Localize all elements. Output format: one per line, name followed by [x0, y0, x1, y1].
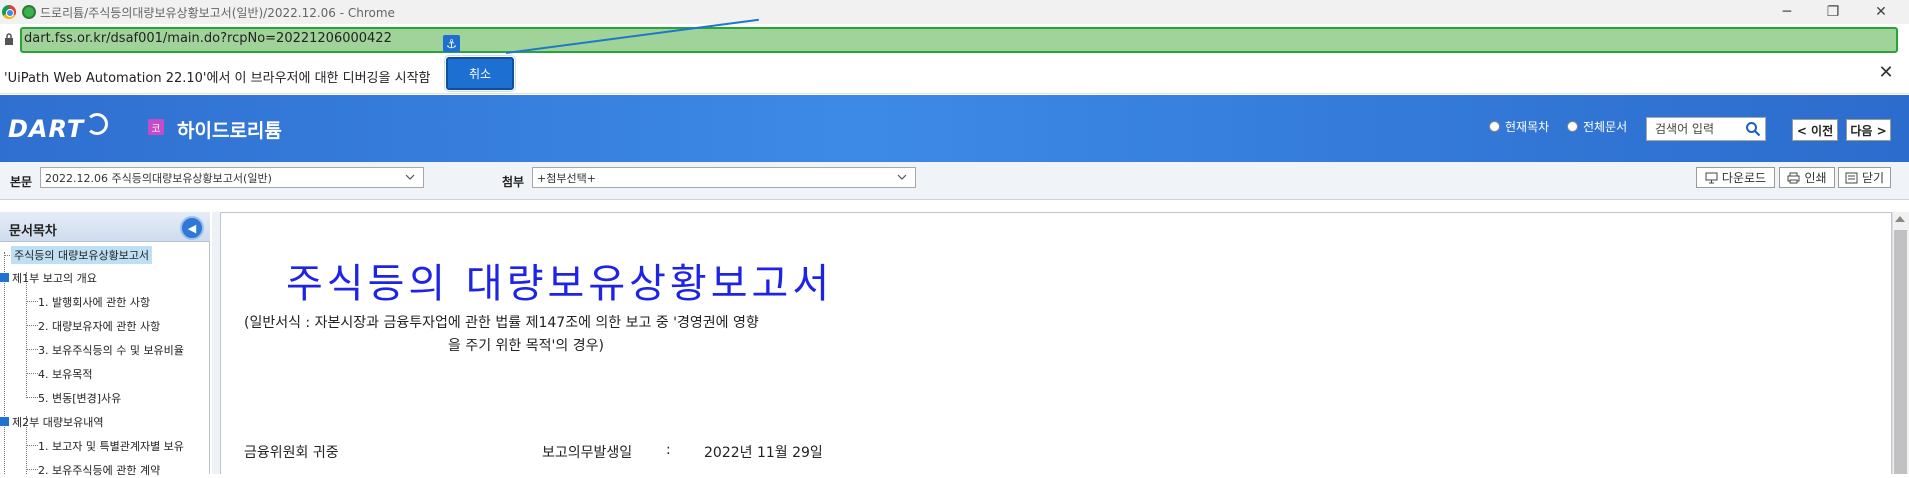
document-close-icon — [1845, 172, 1858, 183]
scrollbar-thumb[interactable] — [1894, 230, 1907, 474]
uipath-target-icon — [22, 5, 36, 19]
toc-item[interactable]: 3. 보유주식등의 수 및 보유비율 — [38, 342, 184, 358]
scroll-up-arrow-icon[interactable] — [1895, 216, 1905, 222]
dart-logo-swoosh-icon — [86, 113, 108, 135]
toc-tree-line — [26, 272, 27, 398]
collapse-panel-button[interactable]: ◀ — [180, 216, 204, 240]
download-button[interactable]: 다운로드 — [1696, 167, 1775, 188]
radio-current-toc-label: 현재목차 — [1505, 120, 1550, 134]
toc-item[interactable]: 2. 보유주식등에 관한 계약 — [38, 462, 160, 478]
chevron-down-icon — [405, 174, 415, 180]
attach-select[interactable]: +첨부선택+ — [532, 167, 916, 188]
attach-label: 첨부 — [502, 175, 525, 189]
browser-title-bar: 드로리튬/주식등의대량보유상황보고서(일반)/2022.12.06 - Chro… — [0, 0, 1909, 24]
toc-header: 문서목차 ◀ — [0, 212, 210, 242]
toc-item[interactable]: 1. 보고자 및 특별관계자별 보유 — [38, 438, 184, 454]
toc-item[interactable]: 2. 대량보유자에 관한 사항 — [38, 318, 160, 334]
toc-panel: 문서목차 ◀ 주식등의 대량보유상황보고서 제1부 보고의 개요 1. 발행회사… — [0, 212, 210, 477]
document-subtitle-line1: (일반서식 : 자본시장과 금융투자업에 관한 법률 제147조에 의한 보고 … — [244, 315, 759, 331]
close-doc-label: 닫기 — [1861, 171, 1885, 185]
infobar-message: 'UiPath Web Automation 22.10'에서 이 브라우저에 … — [4, 71, 431, 86]
date-value: 2022년 11월 29일 — [704, 445, 823, 461]
expand-toggle-icon[interactable] — [0, 273, 9, 282]
toc-title: 문서목차 — [9, 224, 57, 239]
date-colon: : — [666, 442, 671, 458]
toc-item[interactable]: 주식등의 대량보유상황보고서 — [11, 246, 153, 264]
expand-toggle-icon[interactable] — [0, 417, 9, 426]
toc-tree-line — [4, 252, 5, 474]
next-button[interactable]: 다음 > — [1846, 119, 1891, 141]
search-icon[interactable] — [1745, 121, 1761, 137]
window-title: 드로리튬/주식등의대량보유상황보고서(일반)/2022.12.06 - Chro… — [40, 5, 395, 20]
toc-tree-tick — [26, 325, 38, 326]
recipient-text: 금융위원회 귀중 — [244, 445, 339, 461]
toc-item[interactable]: 제2부 대량보유내역 — [12, 414, 103, 430]
printer-icon — [1787, 172, 1800, 183]
address-bar-row: dart.fss.or.kr/dsaf001/main.do?rcpNo=202… — [0, 24, 1909, 56]
toc-tree-tick — [26, 301, 38, 302]
date-label: 보고의무발생일 — [542, 445, 633, 461]
document-toolbar: 본문 2022.12.06 주식등의대량보유상황보고서(일반) 첨부 +첨부선택… — [0, 162, 1909, 200]
restore-button[interactable]: ❐ — [1810, 0, 1856, 24]
infobar-close-icon[interactable]: ✕ — [1876, 62, 1896, 83]
window-close-button[interactable]: ✕ — [1858, 0, 1904, 24]
toc-tree-tick — [26, 445, 38, 446]
company-name: 하이드로리튬 — [177, 120, 282, 142]
toc-tree-tick — [26, 469, 38, 470]
dart-header: DART 코 하이드로리튬 현재목차 전체문서 < 이전 다음 > — [0, 95, 1909, 162]
toc-tree-tick — [26, 349, 38, 350]
body-label: 본문 — [10, 175, 33, 189]
document-title: 주식등의 대량보유상황보고서 — [286, 261, 834, 307]
radio-current-toc[interactable] — [1489, 121, 1500, 132]
toc-item[interactable]: 4. 보유목적 — [38, 366, 92, 382]
toc-item[interactable]: 제1부 보고의 개요 — [12, 270, 97, 286]
prev-button[interactable]: < 이전 — [1792, 119, 1838, 141]
kosdaq-badge: 코 — [148, 119, 164, 135]
toc-item[interactable]: 1. 발행회사에 관한 사항 — [38, 294, 150, 310]
search-input[interactable] — [1647, 118, 1739, 140]
toc-tree-tick — [26, 397, 38, 398]
radio-all-documents-label: 전체문서 — [1583, 120, 1628, 134]
debugging-infobar: 'UiPath Web Automation 22.10'에서 이 브라우저에 … — [0, 56, 1909, 94]
print-label: 인쇄 — [1804, 171, 1827, 185]
search-box — [1646, 117, 1766, 141]
document-subtitle-line2: 을 주기 위한 목적'의 경우) — [448, 338, 604, 354]
radio-all-documents[interactable] — [1567, 121, 1578, 132]
toc-item[interactable]: 5. 변동[변경]사유 — [38, 390, 121, 406]
download-label: 다운로드 — [1721, 171, 1767, 185]
cancel-button[interactable]: 취소 — [444, 55, 516, 92]
lock-icon — [5, 33, 13, 45]
chrome-logo-icon — [2, 5, 16, 19]
body-select[interactable]: 2022.12.06 주식등의대량보유상황보고서(일반) — [40, 167, 424, 188]
monitor-icon — [1705, 172, 1718, 183]
url-input[interactable]: dart.fss.or.kr/dsaf001/main.do?rcpNo=202… — [24, 31, 392, 46]
minimize-button[interactable]: ─ — [1764, 0, 1810, 24]
print-button[interactable]: 인쇄 — [1779, 167, 1835, 188]
dart-logo[interactable]: DART — [8, 115, 84, 143]
body-select-value: 2022.12.06 주식등의대량보유상황보고서(일반) — [45, 171, 272, 185]
anchor-icon: ⚓ — [443, 35, 460, 52]
attach-select-value: +첨부선택+ — [537, 171, 596, 185]
close-doc-button[interactable]: 닫기 — [1838, 167, 1891, 188]
chevron-down-icon — [897, 174, 907, 180]
toc-tree-tick — [26, 373, 38, 374]
